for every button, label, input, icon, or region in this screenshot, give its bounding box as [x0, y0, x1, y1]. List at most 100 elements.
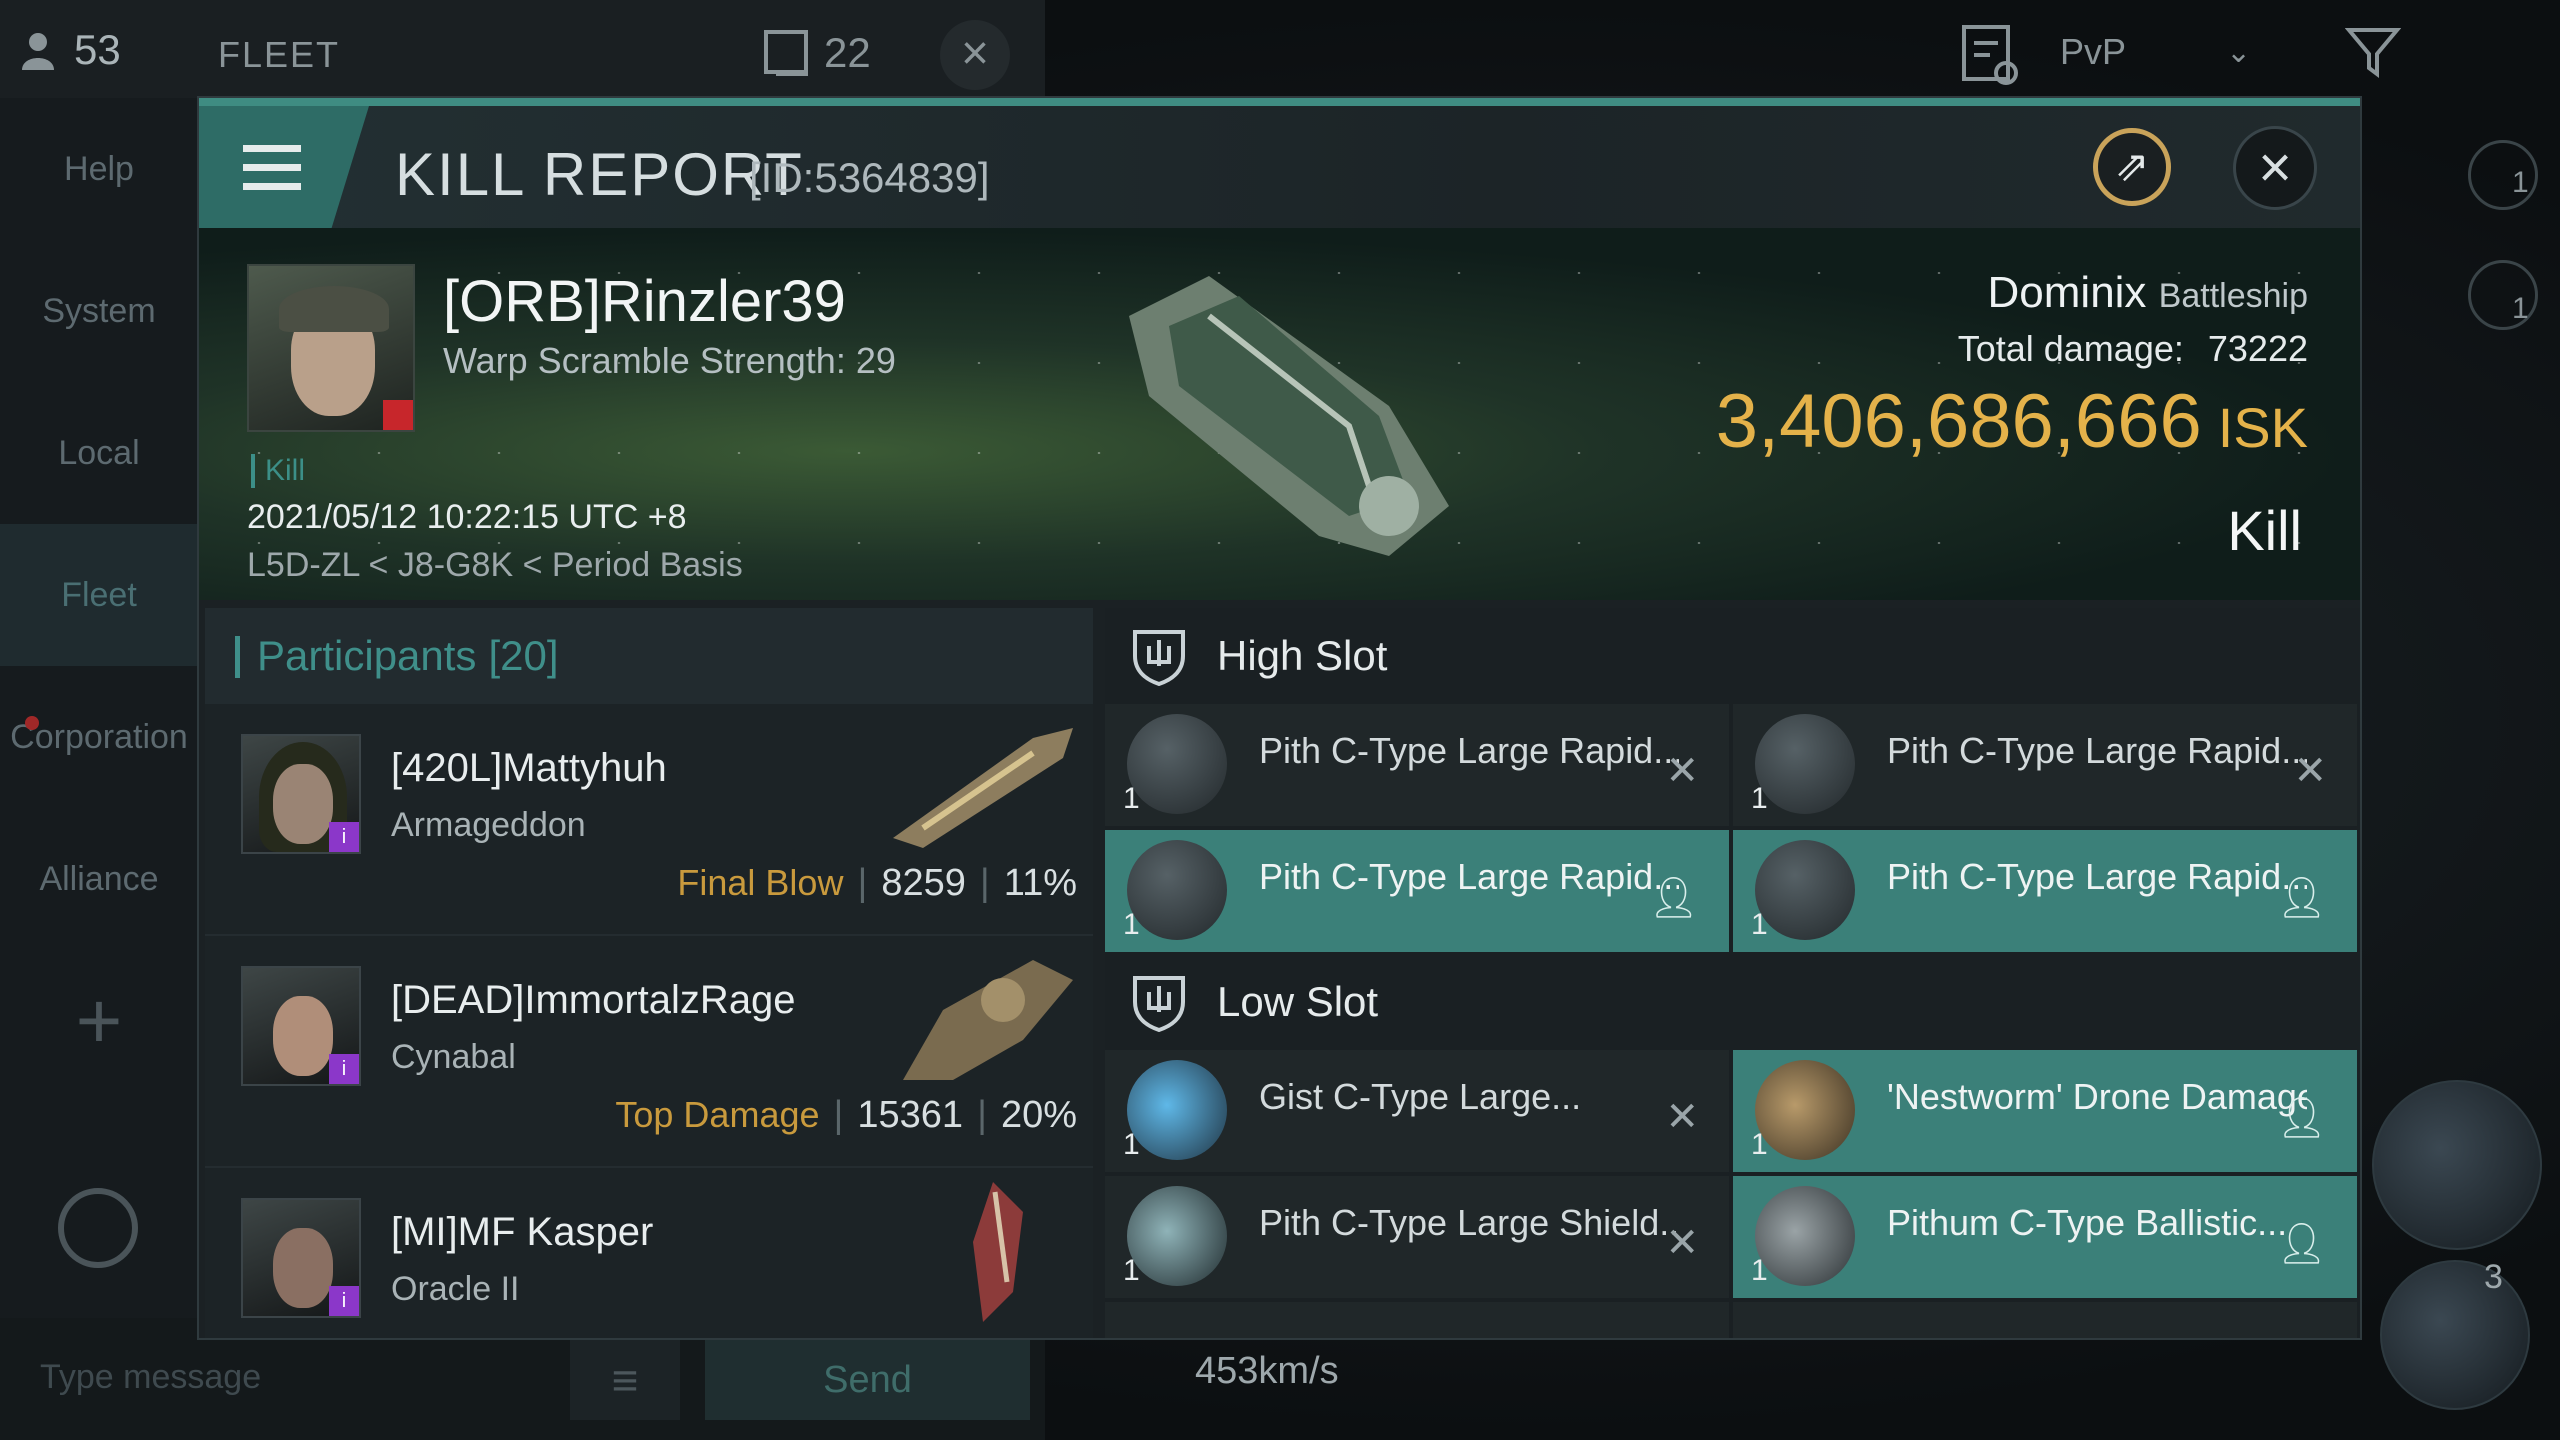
slot-item-destroyed[interactable]: 1 Pith C-Type Large Rapid... ✕	[1105, 704, 1729, 826]
slot-item-partial[interactable]	[1733, 1302, 2357, 1338]
fleet-count-value: 22	[824, 29, 871, 76]
isk-value: 3,406,686,666 ISK	[1716, 378, 2308, 465]
slot-item-partial[interactable]	[1105, 1302, 1729, 1338]
standing-flag-icon	[383, 400, 413, 430]
slot-quantity: 1	[1123, 1128, 1140, 1161]
sidebar-item-alliance[interactable]: Alliance	[0, 808, 198, 950]
kill-tag: Kill	[251, 454, 305, 488]
oracle-ship-image	[973, 1182, 1023, 1322]
calendar-settings-icon[interactable]	[1960, 17, 2020, 87]
fitting-panel[interactable]: High Slot 1 Pith C-Type Large Rapid... ✕…	[1105, 608, 2360, 1338]
shield-extender-icon	[1127, 1186, 1227, 1286]
close-button[interactable]: ×	[2233, 126, 2317, 210]
low-slot-grid: 1 Gist C-Type Large... ✕ 1 'Nestworm' Dr…	[1105, 1050, 2360, 1338]
participant-row[interactable]: i [420L]Mattyhuh Armageddon Final Blow |…	[205, 704, 1093, 936]
player-count-value: 53	[74, 26, 121, 73]
participant-stats: Top Damage | 15361 | 20%	[615, 1094, 1077, 1136]
chat-menu-button[interactable]: ≡	[570, 1340, 680, 1420]
module-button[interactable]	[2372, 1080, 2542, 1250]
participant-damage: 15361	[857, 1094, 964, 1136]
slot-item-name: 'Nestworm' Drone Damage...	[1887, 1076, 2307, 1117]
slot-item-dropped[interactable]: 1 Pithum C-Type Ballistic... 👤︎	[1733, 1176, 2357, 1298]
kill-datetime: 2021/05/12 10:22:15 UTC +8	[247, 498, 687, 536]
avatar[interactable]: i	[241, 734, 361, 854]
destroyed-x-icon: ✕	[1665, 1221, 1699, 1265]
fleet-member-count[interactable]: 22	[762, 28, 871, 78]
slot-quantity: 1	[1123, 1254, 1140, 1287]
participants-count: [20]	[488, 632, 559, 679]
total-damage-value: 73222	[2207, 328, 2308, 369]
chevron-down-icon[interactable]: ⌄	[2226, 35, 2251, 70]
destroyed-x-icon: ✕	[1665, 749, 1699, 793]
filter-icon[interactable]	[2345, 24, 2401, 80]
slot-quantity: 1	[1751, 1128, 1768, 1161]
info-badge-icon: i	[329, 822, 359, 852]
dialog-title: KILL REPORT	[395, 141, 804, 208]
fleet-list-icon	[764, 30, 808, 76]
avatar[interactable]: i	[241, 966, 361, 1086]
slot-item-destroyed[interactable]: 1 Gist C-Type Large... ✕	[1105, 1050, 1729, 1172]
pilot-icon	[22, 33, 54, 70]
slot-item-name: Pith C-Type Large Rapid...	[1887, 730, 2307, 771]
isk-unit: ISK	[2217, 396, 2308, 459]
person-icon: 👤︎	[2276, 876, 2327, 920]
menu-button[interactable]	[199, 106, 369, 228]
participant-name: [DEAD]ImmortalzRage	[391, 978, 796, 1022]
pvp-select[interactable]: PvP	[2060, 31, 2126, 73]
kill-location[interactable]: L5D-ZL < J8-G8K < Period Basis	[247, 546, 743, 585]
kill-report-id: [ID:5364839]	[749, 154, 990, 201]
participant-ship: Oracle II	[391, 1270, 520, 1308]
chat-input[interactable]: Type message	[40, 1358, 261, 1397]
shield-booster-icon	[1127, 1060, 1227, 1160]
ballistic-control-icon	[1755, 1186, 1855, 1286]
final-blow-tag: Final Blow	[677, 862, 844, 903]
victim-name[interactable]: [ORB]Rinzler39	[443, 268, 846, 335]
turret-icon	[1127, 714, 1227, 814]
slot-item-dropped[interactable]: 1 Pith C-Type Large Rapid... 👤︎	[1105, 830, 1729, 952]
participant-row[interactable]: i [MI]MF Kasper Oracle II	[205, 1168, 1093, 1338]
sidebar-item-system[interactable]: System	[0, 240, 198, 382]
participant-name: [420L]Mattyhuh	[391, 746, 667, 790]
participants-label: Participants	[257, 632, 477, 679]
participants-panel[interactable]: Participants [20] i [420L]Mattyhuh Armag…	[205, 608, 1093, 1338]
total-damage-label: Total damage:	[1957, 328, 2184, 369]
low-slot-icon	[1133, 976, 1185, 1032]
player-count[interactable]: 53	[18, 26, 121, 74]
participant-row[interactable]: i [DEAD]ImmortalzRage Cynabal Top Damage…	[205, 936, 1093, 1168]
slot-item-dropped[interactable]: 1 Pith C-Type Large Rapid... 👤︎	[1733, 830, 2357, 952]
victim-ship-class: Battleship	[2158, 277, 2308, 315]
fleet-close-button[interactable]: ×	[940, 20, 1010, 90]
drone-count-badge: 3	[2484, 1258, 2503, 1296]
total-damage: Total damage: 73222	[1958, 328, 2308, 370]
slot-quantity: 1	[1123, 782, 1140, 815]
warp-scramble-strength: Warp Scramble Strength: 29	[443, 340, 896, 381]
person-icon: 👤︎	[1648, 876, 1699, 920]
drone-bay-button[interactable]	[2380, 1260, 2530, 1410]
send-button[interactable]: Send	[705, 1340, 1030, 1420]
info-badge-icon: i	[329, 1054, 359, 1084]
turret-icon	[1755, 714, 1855, 814]
avatar[interactable]: i	[241, 1198, 361, 1318]
slot-item-dropped[interactable]: 1 'Nestworm' Drone Damage... 👤︎	[1733, 1050, 2357, 1172]
turret-icon	[1755, 840, 1855, 940]
victim-avatar[interactable]	[247, 264, 415, 432]
sidebar-item-local[interactable]: Local	[0, 382, 198, 524]
slot-item-destroyed[interactable]: 1 Pith C-Type Large Rapid... ✕	[1733, 704, 2357, 826]
sidebar-item-help[interactable]: Help	[0, 98, 198, 240]
participant-stats: Final Blow | 8259 | 11%	[677, 862, 1077, 904]
sidebar-item-fleet[interactable]: Fleet	[0, 524, 198, 666]
info-badge-icon: i	[329, 1286, 359, 1316]
add-channel-button[interactable]: +	[0, 950, 198, 1092]
chat-channel-sidebar: Help System Local Fleet Corporation Alli…	[0, 98, 198, 1318]
gear-icon[interactable]	[58, 1188, 138, 1268]
dialog-header: KILL REPORT [ID:5364839] ⇗ ×	[199, 106, 2360, 228]
slot-item-name: Pith C-Type Large Rapid...	[1259, 730, 1679, 771]
share-icon[interactable]: ⇗	[2093, 128, 2171, 206]
slot-quantity: 1	[1751, 1254, 1768, 1287]
slot-item-destroyed[interactable]: 1 Pith C-Type Large Shield... ✕	[1105, 1176, 1729, 1298]
high-slot-grid: 1 Pith C-Type Large Rapid... ✕ 1 Pith C-…	[1105, 704, 2360, 956]
sidebar-item-corporation[interactable]: Corporation	[0, 666, 198, 808]
top-bar: 53 FLEET 22 ×	[0, 0, 1045, 98]
armageddon-ship-image	[893, 728, 1073, 848]
victim-banner: [ORB]Rinzler39 Warp Scramble Strength: 2…	[199, 228, 2360, 600]
